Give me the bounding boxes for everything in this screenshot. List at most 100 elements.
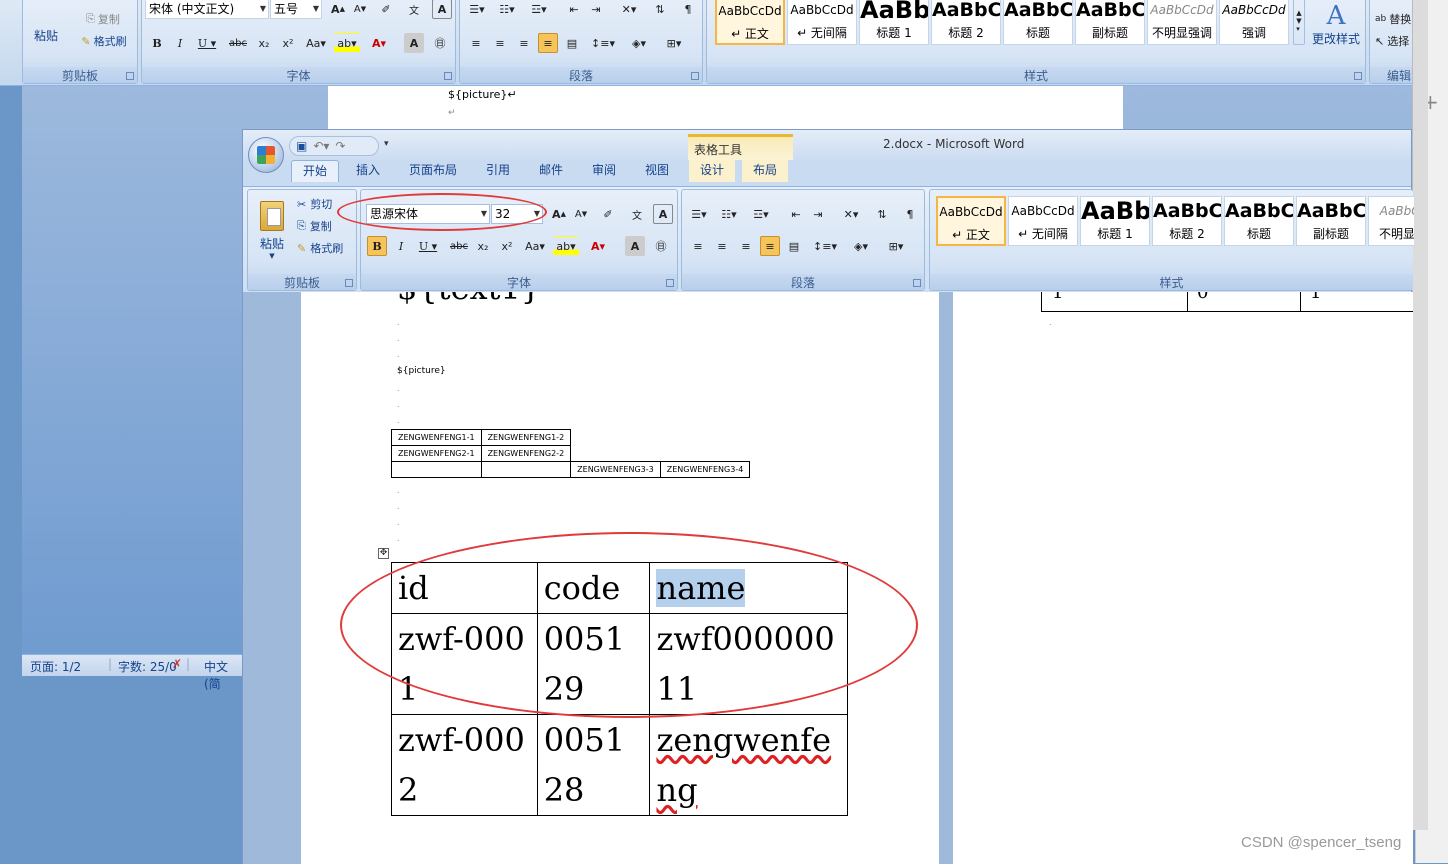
bg-style-heading1[interactable]: AaBb 标题 1	[859, 0, 929, 45]
underline-icon[interactable]: U ▾	[415, 236, 441, 256]
fg-document-page-right[interactable]: 1 0 1 .	[953, 292, 1413, 864]
char-shading-icon[interactable]: A	[404, 33, 424, 53]
align-right-icon[interactable]: ≡	[514, 33, 534, 53]
bg-clear-format-button[interactable]: ✐	[375, 0, 397, 19]
italic-icon[interactable]: I	[391, 236, 411, 256]
fg-clear-format-button[interactable]: ✐	[597, 204, 619, 224]
bg-style-no-spacing[interactable]: AaBbCcDd ↵ 无间隔	[787, 0, 857, 45]
fg-style-heading2[interactable]: AaBbC 标题 2	[1152, 196, 1222, 246]
dialog-launcher-icon[interactable]	[691, 72, 699, 80]
align-left-icon[interactable]: ≡	[688, 236, 708, 256]
table-move-handle-icon[interactable]: ✥	[378, 548, 389, 559]
change-case-icon[interactable]: Aa▾	[521, 236, 549, 256]
fg-style-subtle-emphasis[interactable]: AaBbCc 不明显强	[1368, 196, 1414, 246]
increase-indent-icon[interactable]: ⇥	[808, 204, 828, 224]
justify-icon[interactable]: ≡	[538, 33, 558, 53]
align-left-icon[interactable]: ≡	[466, 33, 486, 53]
highlight-icon[interactable]: ab▾	[334, 33, 360, 53]
show-marks-icon[interactable]: ¶	[678, 0, 698, 19]
undo-icon[interactable]: ↶▾	[313, 139, 329, 153]
borders-icon[interactable]: ⊞▾	[660, 33, 688, 53]
underline-icon[interactable]: U ▾	[194, 33, 220, 53]
fg-style-no-spacing[interactable]: AaBbCcDd ↵ 无间隔	[1008, 196, 1078, 246]
tab-view[interactable]: 视图	[634, 160, 680, 182]
fg-style-title[interactable]: AaBbC 标题	[1224, 196, 1294, 246]
superscript-icon[interactable]: x²	[278, 33, 298, 53]
dialog-launcher-icon[interactable]	[913, 279, 921, 287]
bg-style-title[interactable]: AaBbC 标题	[1003, 0, 1073, 45]
bg-style-normal[interactable]: AaBbCcDd ↵ 正文	[715, 0, 785, 45]
office-button[interactable]	[248, 137, 284, 173]
distributed-icon[interactable]: ▤	[562, 33, 582, 53]
bullets-icon[interactable]: ☰▾	[686, 204, 712, 224]
fg-char-border-button[interactable]: A	[653, 204, 673, 224]
customize-qat-icon[interactable]: ▾	[384, 139, 389, 149]
fg-shrink-font-button[interactable]: A ▼	[571, 204, 591, 224]
change-case-icon[interactable]: Aa▾	[302, 33, 330, 53]
redo-icon[interactable]: ↷	[335, 139, 345, 153]
strikethrough-icon[interactable]: abc	[447, 236, 471, 256]
bg-paste-button[interactable]: 粘贴	[27, 25, 65, 45]
increase-indent-icon[interactable]: ⇥	[586, 0, 606, 19]
fg-style-heading1[interactable]: AaBb 标题 1	[1080, 196, 1150, 246]
strikethrough-icon[interactable]: abc	[226, 33, 250, 53]
bg-format-painter-button[interactable]: ✎ 格式刷	[73, 31, 135, 51]
bg-font-size-combo[interactable]: 五号 ▼	[270, 0, 322, 19]
numbering-icon[interactable]: ☷▾	[716, 204, 742, 224]
dialog-launcher-icon[interactable]	[1354, 72, 1362, 80]
save-icon[interactable]: ▣	[296, 139, 307, 153]
bg-phonetic-button[interactable]: 文	[402, 0, 426, 19]
multilevel-list-icon[interactable]: ☲▾	[748, 204, 774, 224]
tab-home[interactable]: 开始	[291, 160, 339, 182]
line-spacing-icon[interactable]: ↕≡▾	[810, 236, 840, 256]
sort-icon[interactable]: ⇅	[872, 204, 892, 224]
tab-insert[interactable]: 插入	[345, 160, 391, 182]
proofing-icon[interactable]: ✗	[172, 657, 182, 671]
dialog-launcher-icon[interactable]	[666, 279, 674, 287]
font-color-icon[interactable]: A▾	[366, 33, 392, 53]
numbering-icon[interactable]: ☷▾	[494, 0, 520, 19]
status-language[interactable]: 中文(简	[204, 658, 244, 692]
decrease-indent-icon[interactable]: ⇤	[786, 204, 806, 224]
enclose-char-icon[interactable]: ㊐	[651, 236, 671, 256]
highlight-icon[interactable]: ab▾	[553, 236, 579, 256]
status-page[interactable]: 页面: 1/2	[30, 658, 81, 675]
tab-review[interactable]: 审阅	[581, 160, 627, 182]
table-cell[interactable]: zwf-0002	[391, 714, 538, 816]
fg-format-painter-button[interactable]: ✎ 格式刷	[296, 238, 356, 258]
dialog-launcher-icon[interactable]	[126, 72, 134, 80]
bold-icon[interactable]: B	[147, 33, 167, 53]
table-cell[interactable]: ZENGWENFENG1-2	[480, 429, 572, 446]
align-center-icon[interactable]: ≡	[712, 236, 732, 256]
bg-style-subtle-emphasis[interactable]: AaBbCcDd 不明显强调	[1147, 0, 1217, 45]
char-shading-icon[interactable]: A	[625, 236, 645, 256]
bullets-icon[interactable]: ☰▾	[464, 0, 490, 19]
justify-icon[interactable]: ≡	[760, 236, 780, 256]
bg-grow-font-button[interactable]: A ▲	[328, 0, 348, 19]
gallery-scroll-icon[interactable]: ▲ ▼ ▾	[1293, 0, 1305, 45]
subscript-icon[interactable]: x₂	[254, 33, 274, 53]
shading-icon[interactable]: ◈▾	[846, 236, 876, 256]
fg-paste-button[interactable]: 粘贴 ▼	[252, 194, 292, 266]
table-cell[interactable]: 005128	[536, 714, 651, 816]
italic-icon[interactable]: I	[170, 33, 190, 53]
tab-references[interactable]: 引用	[475, 160, 521, 182]
bg-font-name-combo[interactable]: 宋体 (中文正文) ▼	[145, 0, 269, 19]
bold-icon[interactable]: B	[367, 236, 387, 256]
status-word-count[interactable]: 字数: 25/0	[118, 658, 177, 675]
bg-char-border-button[interactable]: A	[432, 0, 452, 19]
tab-mailings[interactable]: 邮件	[528, 160, 574, 182]
line-spacing-icon[interactable]: ↕≡▾	[588, 33, 618, 53]
fg-style-normal[interactable]: AaBbCcDd ↵ 正文	[936, 196, 1006, 246]
table-cell[interactable]: ZENGWENFENG2-2	[480, 445, 572, 462]
align-center-icon[interactable]: ≡	[490, 33, 510, 53]
table-cell-spellcheck[interactable]: zengwenfeng	[649, 714, 848, 816]
table-cell[interactable]: ZENGWENFENG3-4	[659, 461, 751, 478]
superscript-icon[interactable]: x²	[497, 236, 517, 256]
bg-style-emphasis[interactable]: AaBbCcDd 强调	[1219, 0, 1289, 45]
chinese-layout-icon[interactable]: ✕▾	[836, 204, 866, 224]
table-cell[interactable]: ZENGWENFENG1-1	[391, 429, 482, 446]
dialog-launcher-icon[interactable]	[345, 279, 353, 287]
fg-style-subtitle[interactable]: AaBbC 副标题	[1296, 196, 1366, 246]
fg-grow-font-button[interactable]: A ▲	[549, 204, 569, 224]
